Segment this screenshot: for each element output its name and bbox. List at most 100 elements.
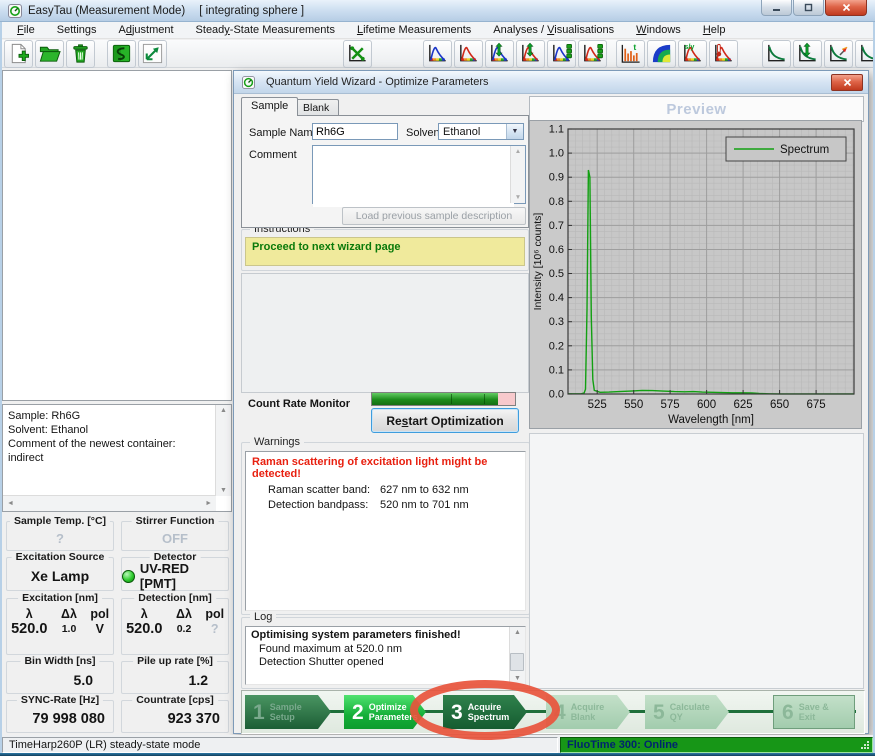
menu-file[interactable]: File [6,23,46,37]
menu-lifetime-measurements[interactable]: Lifetime Measurements [346,23,482,37]
solvent-dropdown[interactable]: Ethanol ▼ [438,123,524,140]
instructions-group: Instructions Proceed to next wizard page [241,229,529,271]
wizard-step-2[interactable]: 2OptimizeParameters [344,695,426,729]
scroll-up-icon[interactable]: ▲ [515,148,521,155]
sample-info-box[interactable]: Sample: Rh6GSolvent: EthanolComment of t… [2,404,232,512]
warning-title: Raman scattering of excitation light mig… [252,456,519,480]
wizard-step-3[interactable]: 3AcquireSpectrum [443,695,527,729]
manual-adjust-button[interactable] [138,40,167,68]
new-measurement-button[interactable] [4,40,33,68]
bin-width-label: Bin Width [ns] [20,655,99,667]
sample-info-vscrollbar[interactable]: ▲ ▼ [215,405,231,496]
solvent-value: Ethanol [439,126,506,138]
excitation-scan-icon [488,42,511,65]
scroll-left-icon[interactable]: ◄ [5,498,16,509]
batch-mode-icon [110,42,133,65]
log-scroll-thumb[interactable] [510,653,524,671]
log-label: Log [250,611,276,623]
dialog-close-button[interactable] [831,74,863,91]
status-instrument: FluoTime 300: Online [560,737,873,753]
warnings-label: Warnings [250,436,304,448]
decay-icon [765,42,788,65]
load-previous-button[interactable]: Load previous sample description [342,207,526,225]
warning-row: Detection bandpass:520 nm to 701 nm [252,498,519,513]
emission-spectrum-icon [457,42,480,65]
quantum-yield-wizard-dialog: Quantum Yield Wizard - Optimize Paramete… [233,70,869,734]
minimize-icon [772,3,781,12]
dialog-icon [242,76,255,89]
optimization-tools-button[interactable] [343,40,372,68]
scroll-up-icon[interactable]: ▲ [514,629,521,636]
decay-scan-button[interactable] [793,40,822,68]
excitation-series-button[interactable] [547,40,576,68]
app-icon [8,4,22,18]
svg-text:0.2: 0.2 [549,340,564,352]
resize-grip-icon[interactable] [860,740,870,750]
optimization-panel [241,273,529,393]
menu-help[interactable]: Help [692,23,737,37]
wizard-step-5[interactable]: 5CalculateQY [645,695,729,729]
sample-info-line: indirect [8,451,213,465]
wizard-step-1[interactable]: 1SampleSetup [245,695,331,729]
log-box: Optimising system parameters finished!Fo… [245,626,526,685]
menu-analyses-visualisations[interactable]: Analyses / Visualisations [482,23,625,37]
svg-text:0.1: 0.1 [549,364,564,376]
scroll-down-icon[interactable]: ▼ [514,675,521,682]
main-toolbar: t s/y [0,40,875,68]
comment-field[interactable]: ▲▼ [312,145,526,204]
close-button[interactable] [825,0,867,16]
excitation-spectrum-button[interactable] [423,40,452,68]
excitation-series-icon [550,42,573,65]
scroll-down-icon[interactable]: ▼ [218,485,229,496]
frame-left [0,22,2,753]
tcspc-histogram-button[interactable]: t [616,40,645,68]
wizard-step-4[interactable]: 4AcquireBlank [546,695,630,729]
sample-temp-group: Sample Temp. [°C] ? [6,521,114,551]
emission-scan-button[interactable] [516,40,545,68]
scroll-right-icon[interactable]: ► [203,498,214,509]
tab-blank[interactable]: Blank [293,99,339,116]
menu-steady-state-measurements[interactable]: Steady-State Measurements [185,23,346,37]
dialog-title: Quantum Yield Wizard - Optimize Paramete… [266,76,489,88]
svg-text:s/y: s/y [684,43,694,51]
delete-button[interactable] [66,40,95,68]
decay-button[interactable] [762,40,791,68]
pileup-group: Pile up rate [%] 1.2 [121,661,229,694]
menu-adjustment[interactable]: Adjustment [108,23,185,37]
restart-optimization-button[interactable]: Restart Optimization [371,408,519,433]
sample-info-line: Sample: Rh6G [8,409,213,423]
temperature-spectrum-button[interactable] [709,40,738,68]
bin-width-group: Bin Width [ns] 5.0 [6,661,114,694]
decay-series-button[interactable] [855,40,875,68]
wizard-step-6[interactable]: 6Save &Exit [773,695,855,729]
batch-mode-button[interactable] [107,40,136,68]
excitation-pol-value: V [86,622,113,636]
scroll-up-icon[interactable]: ▲ [218,405,229,416]
sample-name-input[interactable] [312,123,398,140]
measurement-listbox[interactable] [2,70,232,401]
sample-info-hscrollbar[interactable]: ◄ ► [3,495,216,511]
comment-scrollbar[interactable]: ▲▼ [510,146,525,203]
menu-settings[interactable]: Settings [46,23,108,37]
window-context: [ integrating sphere ] [199,5,304,17]
anisotropy-spectrum-button[interactable]: s/y [678,40,707,68]
svg-text:525: 525 [588,399,607,411]
scroll-down-icon[interactable]: ▼ [515,194,521,201]
time-resolved-map-button[interactable] [647,40,676,68]
emission-spectrum-button[interactable] [454,40,483,68]
decay-wavelength-button[interactable] [824,40,853,68]
excitation-scan-button[interactable] [485,40,514,68]
detector-label: Detector [150,551,201,563]
maximize-button[interactable] [793,0,824,16]
stirrer-group: Stirrer Function OFF [121,521,229,551]
tab-sample[interactable]: Sample [241,97,298,116]
dropdown-arrow-icon[interactable]: ▼ [506,124,523,139]
open-workspace-button[interactable] [35,40,64,68]
countrate-label: Countrate [cps] [132,694,218,706]
emission-series-button[interactable] [578,40,607,68]
menu-windows[interactable]: Windows [625,23,692,37]
sample-info-text: Sample: Rh6GSolvent: EthanolComment of t… [8,409,213,465]
decay-scan-icon [796,42,819,65]
minimize-button[interactable] [761,0,792,16]
comment-textarea[interactable] [313,146,514,207]
